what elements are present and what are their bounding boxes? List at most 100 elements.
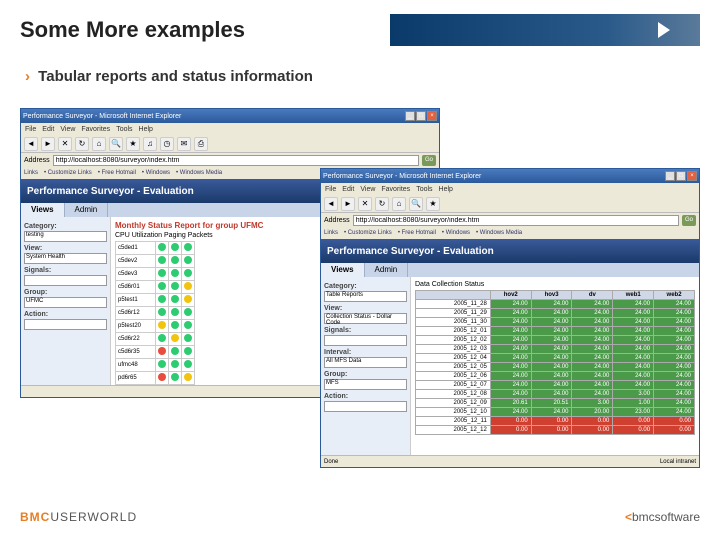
back-button[interactable]: ◄ <box>24 137 38 151</box>
link-item[interactable]: • Windows <box>442 230 470 236</box>
cell-value: 24.00 <box>531 300 572 309</box>
cell-value: 24.00 <box>531 363 572 372</box>
cell-value: 24.00 <box>531 327 572 336</box>
row-date: 2005_12_11 <box>416 417 491 426</box>
media-button[interactable]: ♫ <box>143 137 157 151</box>
row-name: c5dev2 <box>116 255 156 268</box>
tab-views[interactable]: Views <box>21 203 65 217</box>
go-button[interactable]: Go <box>682 215 696 226</box>
status-dot-g <box>158 308 166 316</box>
maximize-button[interactable]: □ <box>676 171 686 181</box>
cell-value: 24.00 <box>490 390 531 399</box>
action-label: Action: <box>324 393 407 400</box>
app-banner: Performance Surveyor - Evaluation <box>321 239 699 263</box>
view-select[interactable]: System Health <box>24 253 107 264</box>
mail-button[interactable]: ✉ <box>177 137 191 151</box>
status-dot-g <box>171 308 179 316</box>
favorites-button[interactable]: ★ <box>126 137 140 151</box>
cell-value: 24.00 <box>490 381 531 390</box>
category-select[interactable]: Table Reports <box>324 291 407 302</box>
category-select[interactable]: testing <box>24 231 107 242</box>
view-select[interactable]: Collection Status - Dollar Code <box>324 313 407 324</box>
refresh-button[interactable]: ↻ <box>375 197 389 211</box>
forward-button[interactable]: ► <box>341 197 355 211</box>
status-dot-g <box>184 334 192 342</box>
action-select[interactable] <box>24 319 107 330</box>
go-button[interactable]: Go <box>422 155 436 166</box>
menu-edit[interactable]: Edit <box>42 126 54 133</box>
link-item[interactable]: • Windows <box>142 170 170 176</box>
cell-value: 0.00 <box>613 426 654 435</box>
status-dot-g <box>184 321 192 329</box>
table-row: c5d6r12 <box>116 307 195 320</box>
interval-select[interactable]: All MFS Data <box>324 357 407 368</box>
forward-button[interactable]: ► <box>41 137 55 151</box>
cell-value: 24.00 <box>654 336 695 345</box>
table-row: 2005_11_2924.0024.0024.0024.0024.00 <box>416 309 695 318</box>
minimize-button[interactable]: _ <box>405 111 415 121</box>
menu-bar: File Edit View Favorites Tools Help <box>321 183 699 195</box>
link-item[interactable]: • Customize Links <box>344 230 392 236</box>
window-titlebar[interactable]: Performance Surveyor - Microsoft Interne… <box>321 169 699 183</box>
cell-value: 24.00 <box>531 345 572 354</box>
search-button[interactable]: 🔍 <box>409 197 423 211</box>
menu-view[interactable]: View <box>360 186 375 193</box>
menu-file[interactable]: File <box>25 126 36 133</box>
link-item[interactable]: • Customize Links <box>44 170 92 176</box>
signals-select[interactable] <box>324 335 407 346</box>
link-item[interactable]: • Free Hotmail <box>98 170 136 176</box>
minimize-button[interactable]: _ <box>665 171 675 181</box>
maximize-button[interactable]: □ <box>416 111 426 121</box>
menu-help[interactable]: Help <box>139 126 153 133</box>
table-row: c5d6r01 <box>116 281 195 294</box>
category-label: Category: <box>324 283 407 290</box>
link-item[interactable]: • Windows Media <box>176 170 222 176</box>
cell-value: 24.00 <box>613 372 654 381</box>
search-button[interactable]: 🔍 <box>109 137 123 151</box>
cell-value: 24.00 <box>654 300 695 309</box>
cell-value: 24.00 <box>531 309 572 318</box>
tab-bar: Views Admin <box>321 263 699 277</box>
favorites-button[interactable]: ★ <box>426 197 440 211</box>
status-dot-g <box>171 269 179 277</box>
window-titlebar[interactable]: Performance Surveyor - Microsoft Interne… <box>21 109 439 123</box>
cell-value: 24.00 <box>613 381 654 390</box>
menu-tools[interactable]: Tools <box>416 186 432 193</box>
history-button[interactable]: ◷ <box>160 137 174 151</box>
home-button[interactable]: ⌂ <box>392 197 406 211</box>
menu-tools[interactable]: Tools <box>116 126 132 133</box>
action-select[interactable] <box>324 401 407 412</box>
menu-favorites[interactable]: Favorites <box>81 126 110 133</box>
cell-value: 24.00 <box>654 390 695 399</box>
menu-favorites[interactable]: Favorites <box>381 186 410 193</box>
cell-value: 0.00 <box>654 426 695 435</box>
back-button[interactable]: ◄ <box>324 197 338 211</box>
menu-help[interactable]: Help <box>439 186 453 193</box>
address-input[interactable] <box>53 155 419 166</box>
group-select[interactable]: MFS <box>324 379 407 390</box>
tab-views[interactable]: Views <box>321 263 365 277</box>
menu-edit[interactable]: Edit <box>342 186 354 193</box>
interval-label: Interval: <box>324 349 407 356</box>
menu-file[interactable]: File <box>325 186 336 193</box>
group-select[interactable]: UFMC <box>24 297 107 308</box>
address-input[interactable] <box>353 215 679 226</box>
link-item[interactable]: • Free Hotmail <box>398 230 436 236</box>
home-button[interactable]: ⌂ <box>92 137 106 151</box>
link-item[interactable]: • Windows Media <box>476 230 522 236</box>
close-button[interactable]: × <box>427 111 437 121</box>
close-button[interactable]: × <box>687 171 697 181</box>
print-button[interactable]: ⎙ <box>194 137 208 151</box>
row-date: 2005_12_12 <box>416 426 491 435</box>
tab-admin[interactable]: Admin <box>65 203 109 217</box>
signals-select[interactable] <box>24 275 107 286</box>
refresh-button[interactable]: ↻ <box>75 137 89 151</box>
tab-admin[interactable]: Admin <box>365 263 409 277</box>
slide-title: Some More examples <box>20 17 380 43</box>
menu-view[interactable]: View <box>60 126 75 133</box>
cell-value: 24.00 <box>654 354 695 363</box>
stop-button[interactable]: ✕ <box>58 137 72 151</box>
stop-button[interactable]: ✕ <box>358 197 372 211</box>
row-name: c5d6r22 <box>116 333 156 346</box>
signals-label: Signals: <box>324 327 407 334</box>
